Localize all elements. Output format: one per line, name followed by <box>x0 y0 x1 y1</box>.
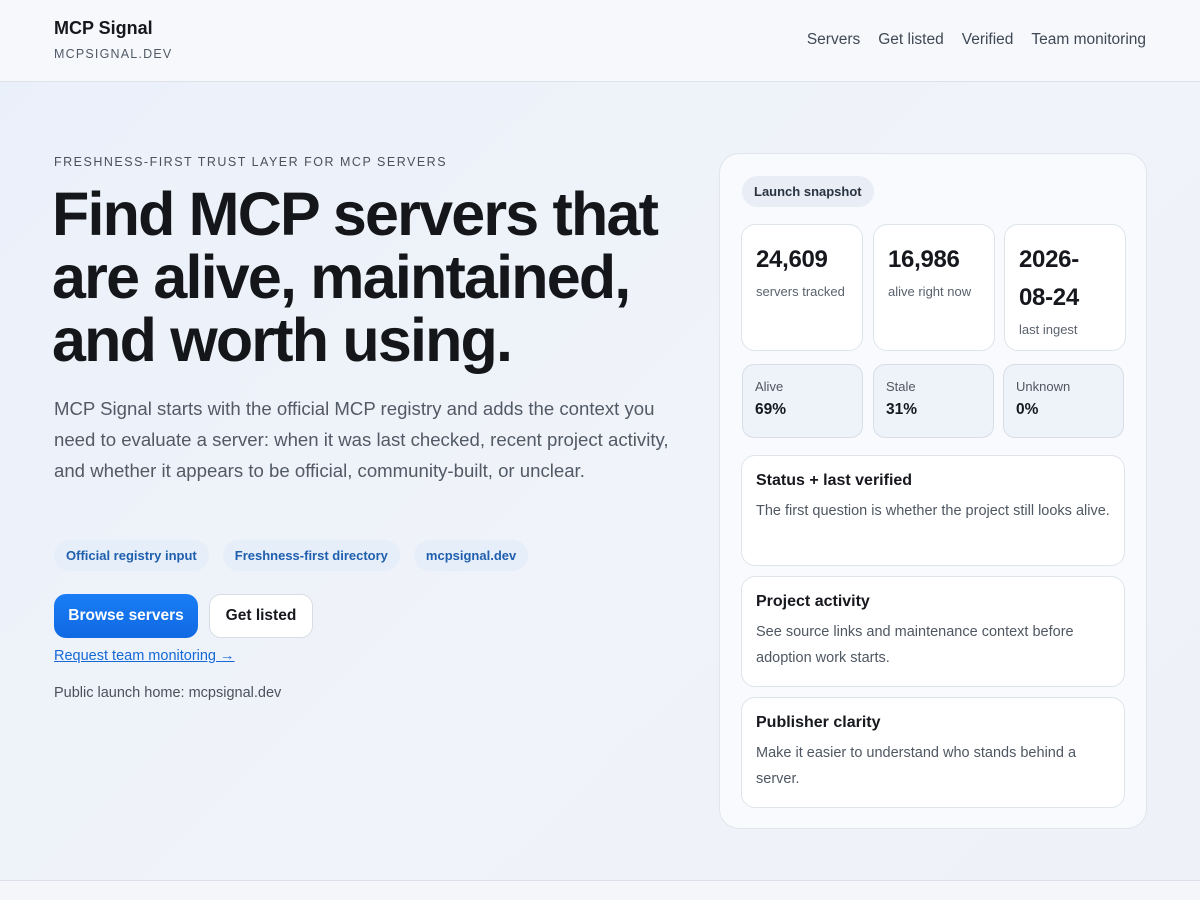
stat-label: alive right now <box>888 284 972 299</box>
main-nav: Servers Get listed Verified Team monitor… <box>807 31 1146 49</box>
ratio-value: 31% <box>886 401 918 418</box>
feature-card-status: Status + last verified The first questio… <box>741 455 1125 566</box>
stat-servers-tracked: 24,609 servers tracked <box>741 224 863 351</box>
hero-description: MCP Signal starts with the official MCP … <box>54 398 669 481</box>
ratio-label: Unknown <box>1016 379 1071 394</box>
ratio-value: 0% <box>1016 401 1039 418</box>
ratio-unknown: Unknown 0% <box>1003 364 1124 438</box>
stat-last-ingest: 2026-08-24 last ingest <box>1004 224 1126 351</box>
feature-title: Status + last verified <box>756 472 913 489</box>
nav-link-team-monitoring[interactable]: Team monitoring <box>1031 31 1146 49</box>
stat-label: last ingest <box>1019 322 1078 337</box>
feature-body: The first question is whether the projec… <box>756 503 1110 519</box>
feature-card-publisher: Publisher clarity Make it easier to unde… <box>741 697 1125 808</box>
browse-servers-button[interactable]: Browse servers <box>54 594 198 638</box>
ratio-alive: Alive 69% <box>742 364 863 438</box>
hero-chips: Official registry input Freshness-first … <box>54 540 529 571</box>
get-listed-button[interactable]: Get listed <box>209 594 313 638</box>
nav-link-verified[interactable]: Verified <box>962 31 1014 49</box>
ratio-stale: Stale 31% <box>873 364 994 438</box>
request-team-monitoring-link[interactable]: Request team monitoring → <box>54 648 235 664</box>
footer-divider <box>0 880 1200 900</box>
stat-alive-right-now: 16,986 alive right now <box>873 224 995 351</box>
feature-body: Make it easier to understand who stands … <box>756 745 1077 787</box>
chip-official-registry: Official registry input <box>54 540 209 571</box>
brand-domain: MCPSIGNAL.DEV <box>54 47 173 61</box>
feature-title: Publisher clarity <box>756 714 881 731</box>
stat-value: 24,609 <box>756 246 828 273</box>
ratio-value: 69% <box>755 401 787 418</box>
chip-freshness-directory: Freshness-first directory <box>222 540 400 571</box>
hero-headline: Find MCP servers that are alive, maintai… <box>52 180 659 374</box>
ratio-label: Stale <box>886 379 916 394</box>
launch-snapshot-panel: Launch snapshot 24,609 servers tracked 1… <box>719 153 1147 829</box>
chip-domain: mcpsignal.dev <box>413 540 529 571</box>
snapshot-badge: Launch snapshot <box>742 176 874 207</box>
nav-link-servers[interactable]: Servers <box>807 31 860 49</box>
feature-body: See source links and maintenance context… <box>756 624 1074 666</box>
top-nav-bar: MCP Signal MCPSIGNAL.DEV Servers Get lis… <box>0 0 1200 82</box>
public-launch-note: Public launch home: mcpsignal.dev <box>54 685 282 701</box>
brand-name[interactable]: MCP Signal <box>54 18 153 39</box>
feature-title: Project activity <box>756 593 870 610</box>
stat-label: servers tracked <box>756 284 845 299</box>
ratio-label: Alive <box>755 379 784 394</box>
nav-link-get-listed[interactable]: Get listed <box>878 31 943 49</box>
feature-card-activity: Project activity See source links and ma… <box>741 576 1125 687</box>
stat-value: 2026-08-24 <box>1019 246 1079 311</box>
stat-value: 16,986 <box>888 246 960 273</box>
hero-eyebrow: FRESHNESS-FIRST TRUST LAYER FOR MCP SERV… <box>54 155 448 169</box>
